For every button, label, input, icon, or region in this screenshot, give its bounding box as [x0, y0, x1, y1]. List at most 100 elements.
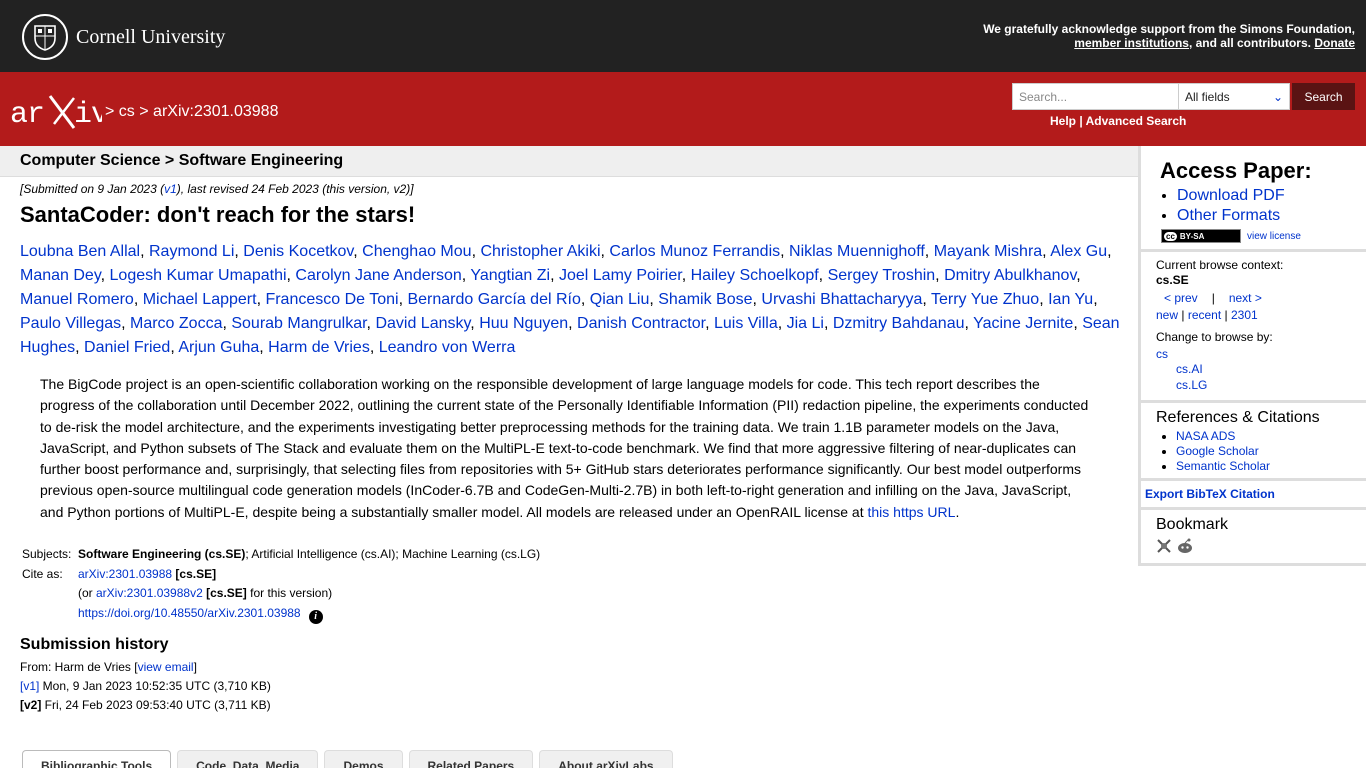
- v1-link[interactable]: v1: [164, 182, 177, 196]
- author-link[interactable]: Huu Nguyen: [479, 315, 568, 332]
- abstract-url-link[interactable]: this https URL: [868, 504, 956, 520]
- cc-license-badge[interactable]: cc BY-SA: [1161, 229, 1241, 243]
- author-link[interactable]: Denis Kocetkov: [243, 243, 353, 260]
- author-link[interactable]: Carlos Munoz Ferrandis: [609, 243, 780, 260]
- author-link[interactable]: Jia Li: [787, 315, 824, 332]
- semantic-scholar-link[interactable]: Semantic Scholar: [1176, 459, 1270, 473]
- bibsonomy-icon[interactable]: [1156, 538, 1172, 554]
- recent-link[interactable]: recent: [1188, 308, 1221, 322]
- author-link[interactable]: Terry Yue Zhuo: [931, 291, 1039, 308]
- author-link[interactable]: Paulo Villegas: [20, 315, 121, 332]
- browse-cs-ai-link[interactable]: cs.AI: [1176, 362, 1203, 376]
- author-link[interactable]: Dzmitry Bahdanau: [833, 315, 965, 332]
- change-browse-label: Change to browse by:: [1156, 330, 1273, 344]
- bookmark-title: Bookmark: [1156, 516, 1229, 533]
- author-link[interactable]: Ian Yu: [1048, 291, 1093, 308]
- author-link[interactable]: Joel Lamy Poirier: [559, 267, 682, 284]
- author-link[interactable]: Manuel Romero: [20, 291, 134, 308]
- cite-id-link[interactable]: arXiv:2301.03988: [78, 567, 172, 581]
- author-link[interactable]: Marco Zocca: [130, 315, 222, 332]
- doi-link[interactable]: https://doi.org/10.48550/arXiv.2301.0398…: [78, 606, 301, 620]
- abstract-end: .: [955, 503, 960, 520]
- author-link[interactable]: David Lansky: [375, 315, 470, 332]
- listing-links: new | recent | 2301: [1156, 308, 1366, 323]
- author-link[interactable]: Leandro von Werra: [379, 339, 516, 356]
- donate-link[interactable]: Donate: [1314, 36, 1355, 50]
- author-link[interactable]: Qian Liu: [590, 291, 650, 308]
- other-formats-link[interactable]: Other Formats: [1177, 207, 1280, 224]
- next-link[interactable]: next >: [1229, 291, 1262, 305]
- view-email-link[interactable]: view email: [138, 660, 194, 674]
- nasa-ads-link[interactable]: NASA ADS: [1176, 429, 1235, 443]
- cite-label: Cite as:: [22, 566, 63, 581]
- tab-demos[interactable]: Demos: [324, 750, 403, 768]
- author-link[interactable]: Yangtian Zi: [470, 267, 550, 284]
- cite-version-post: for this version): [246, 586, 333, 601]
- author-link[interactable]: Carolyn Jane Anderson: [295, 267, 461, 284]
- author-link[interactable]: Hailey Schoelkopf: [691, 267, 819, 284]
- abstract: The BigCode project is an open-scientifi…: [40, 374, 1098, 523]
- author-link[interactable]: Daniel Fried: [84, 339, 170, 356]
- bookmark-icons: [1156, 538, 1366, 564]
- author-link[interactable]: Bernardo García del Río: [407, 291, 580, 308]
- member-institutions-link[interactable]: member institutions: [1074, 36, 1189, 50]
- author-link[interactable]: Harm de Vries: [268, 339, 370, 356]
- author-link[interactable]: Michael Lappert: [143, 291, 257, 308]
- license-row: cc BY-SA view license: [1161, 229, 1366, 249]
- author-link[interactable]: Niklas Muennighoff: [789, 243, 925, 260]
- new-link[interactable]: new: [1156, 308, 1178, 322]
- google-scholar-link[interactable]: Google Scholar: [1176, 444, 1259, 458]
- prev-next-row: < prev | next >: [1156, 291, 1366, 306]
- cornell-logo[interactable]: Cornell University: [22, 14, 225, 60]
- tab-about-arxivlabs[interactable]: About arXivLabs: [539, 750, 673, 768]
- browse-cs-lg-link[interactable]: cs.LG: [1176, 378, 1207, 392]
- author-link[interactable]: Sergey Troshin: [828, 267, 936, 284]
- year-link[interactable]: 2301: [1231, 308, 1258, 322]
- tab-bibliographic-tools[interactable]: Bibliographic Tools: [22, 750, 172, 768]
- author-link[interactable]: Danish Contractor: [577, 315, 705, 332]
- tab-code-data-media[interactable]: Code, Data, Media: [177, 750, 319, 768]
- cite-v2-link[interactable]: arXiv:2301.03988v2: [96, 586, 203, 600]
- breadcrumb-cs-link[interactable]: cs: [119, 103, 135, 120]
- author-link[interactable]: Raymond Li: [149, 243, 234, 260]
- author-link[interactable]: Mayank Mishra: [934, 243, 1042, 260]
- help-link[interactable]: Help: [1050, 114, 1076, 128]
- author-link[interactable]: Shamik Bose: [658, 291, 752, 308]
- cornell-header: Cornell University We gratefully acknowl…: [0, 0, 1366, 72]
- author-link[interactable]: Alex Gu: [1050, 243, 1107, 260]
- paper-title: SantaCoder: don't reach for the stars!: [20, 202, 416, 227]
- author-link[interactable]: Christopher Akiki: [480, 243, 600, 260]
- history-v1-link[interactable]: [v1]: [20, 679, 39, 693]
- author-link[interactable]: Urvashi Bhattacharyya: [761, 291, 922, 308]
- reddit-icon[interactable]: [1176, 538, 1194, 554]
- tab-related-papers[interactable]: Related Papers: [408, 750, 534, 768]
- advanced-search-link[interactable]: Advanced Search: [1086, 114, 1187, 128]
- export-bibtex-link[interactable]: Export BibTeX Citation: [1145, 487, 1275, 501]
- browse-cs-link[interactable]: cs: [1156, 347, 1168, 361]
- history-v2-date: Fri, 24 Feb 2023 09:53:40 UTC (3,711 KB): [41, 697, 271, 712]
- view-license-link[interactable]: view license: [1247, 231, 1301, 242]
- arxiv-logo[interactable]: ar iv: [10, 92, 109, 133]
- author-link[interactable]: Logesh Kumar Umapathi: [110, 267, 287, 284]
- bookmark-section: Bookmark: [1141, 516, 1366, 564]
- search-input[interactable]: [1012, 83, 1179, 110]
- search-button[interactable]: Search: [1292, 83, 1355, 110]
- author-link[interactable]: Loubna Ben Allal: [20, 243, 140, 260]
- download-pdf-link[interactable]: Download PDF: [1177, 187, 1285, 204]
- author-link[interactable]: Francesco De Toni: [265, 291, 398, 308]
- prev-link[interactable]: < prev: [1164, 291, 1198, 305]
- search-field-select[interactable]: All fields ⌄: [1179, 83, 1290, 110]
- author-link[interactable]: Sourab Mangrulkar: [231, 315, 366, 332]
- author-link[interactable]: Yacine Jernite: [973, 315, 1073, 332]
- support-text: We gratefully acknowledge support from t…: [983, 22, 1355, 36]
- sidebar: Access Paper: Download PDF Other Formats…: [1138, 146, 1366, 566]
- info-icon[interactable]: i: [308, 609, 323, 624]
- author-link[interactable]: Arjun Guha: [178, 339, 259, 356]
- arxiv-logo-icon: ar iv: [10, 95, 109, 132]
- cc-license-text: BY-SA: [1179, 231, 1205, 241]
- author-link[interactable]: Dmitry Abulkhanov: [944, 267, 1076, 284]
- author-link[interactable]: Luis Villa: [714, 315, 778, 332]
- author-link[interactable]: Manan Dey: [20, 267, 101, 284]
- author-link[interactable]: Chenghao Mou: [362, 243, 471, 260]
- search-form: All fields ⌄ Search: [1012, 83, 1355, 110]
